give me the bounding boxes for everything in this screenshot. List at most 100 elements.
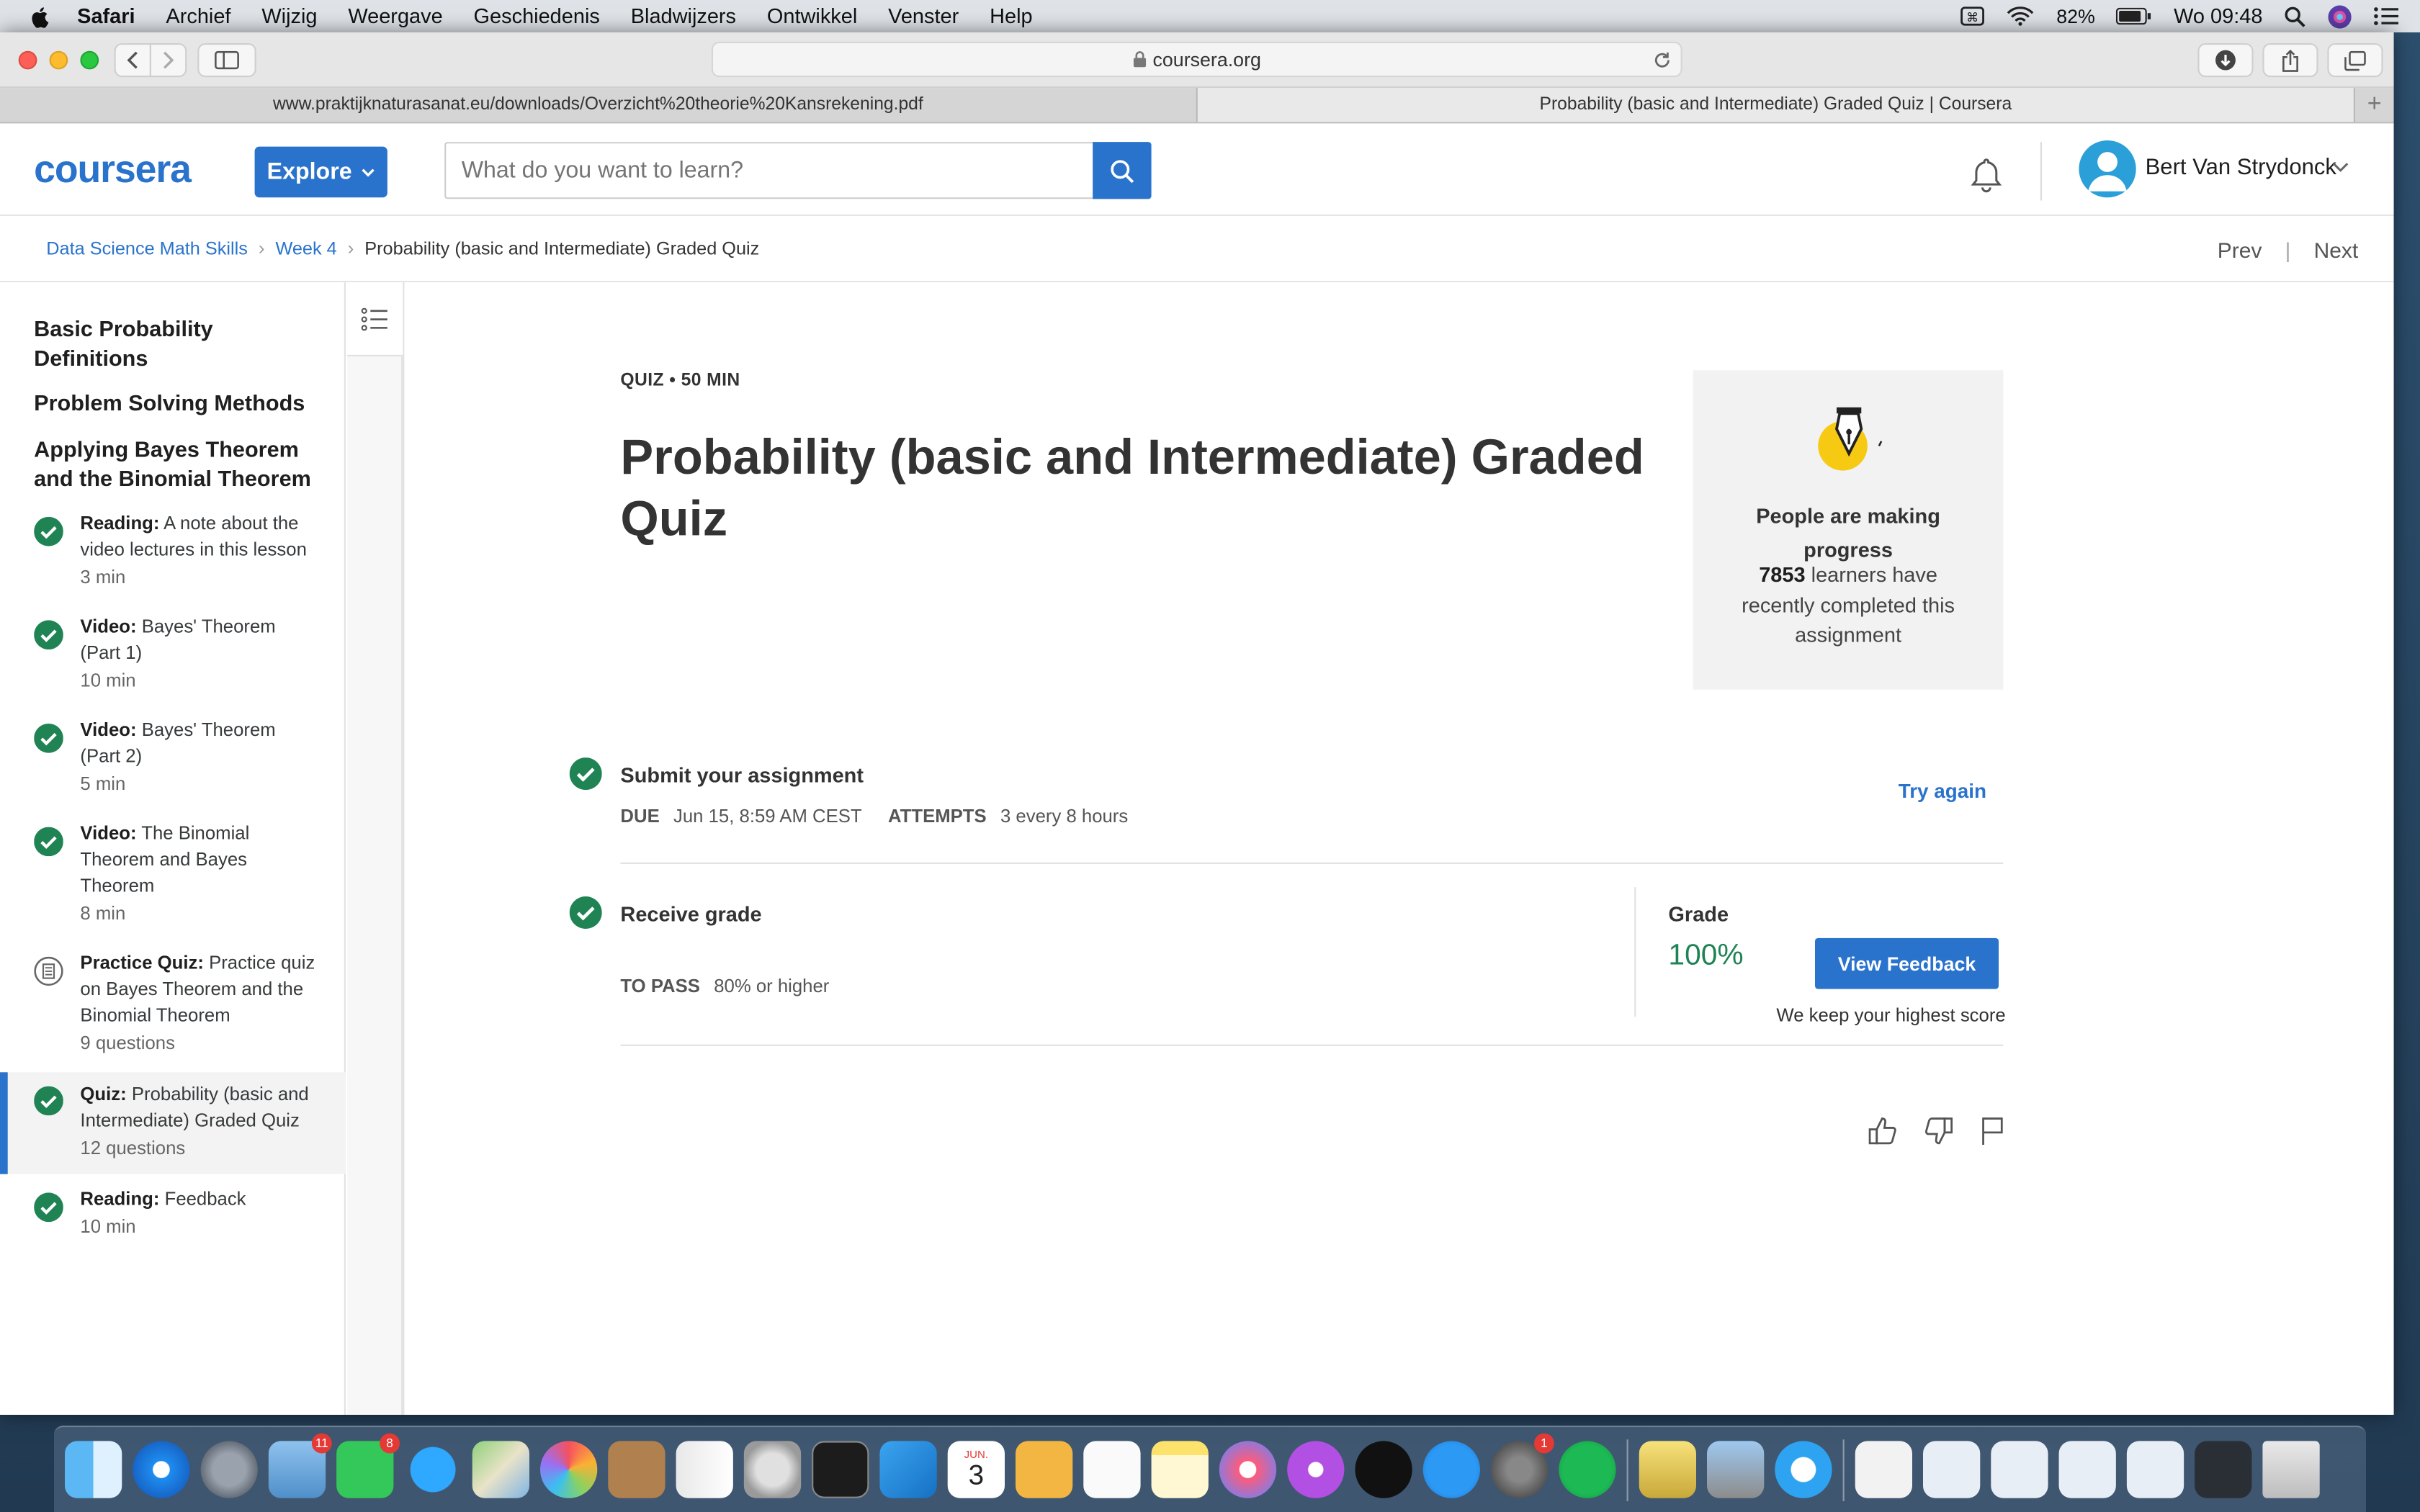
tab-overview-button[interactable] — [2327, 43, 2383, 78]
calendar-icon[interactable]: JUN. 3 — [947, 1441, 1005, 1498]
sidebar-section-basic-probability[interactable]: Basic Probability Definitions — [34, 316, 327, 373]
share-button[interactable] — [2262, 43, 2318, 78]
stickies-folder-icon[interactable] — [1639, 1441, 1696, 1498]
reload-icon[interactable] — [1653, 51, 1672, 70]
forward-button[interactable] — [149, 43, 187, 78]
practice-quiz-icon — [34, 956, 63, 986]
search-input[interactable] — [444, 142, 1095, 199]
apple-icon[interactable] — [28, 4, 53, 28]
sidebar-section-problem-solving[interactable]: Problem Solving Methods — [34, 390, 327, 419]
tab-coursera[interactable]: Probability (basic and Intermediate) Gra… — [1197, 88, 2355, 122]
thumbs-up-icon[interactable] — [1868, 1115, 1899, 1146]
address-bar[interactable]: coursera.org — [711, 41, 1682, 78]
sidebar-item-label: Video: Bayes' Theorem (Part 2) — [80, 717, 319, 770]
menu-help[interactable]: Help — [974, 4, 1048, 27]
notes-icon[interactable] — [1151, 1441, 1209, 1498]
podcasts-icon[interactable] — [1287, 1441, 1345, 1498]
notifications-bell-icon[interactable] — [1968, 156, 2004, 193]
back-button[interactable] — [114, 43, 151, 78]
photos-icon[interactable] — [540, 1441, 598, 1498]
messages-icon[interactable] — [404, 1441, 462, 1498]
music-icon[interactable] — [1219, 1441, 1277, 1498]
new-tab-button[interactable]: + — [2355, 88, 2394, 122]
sidebar-section-bayes-binomial[interactable]: Applying Bayes Theorem and the Binomial … — [34, 436, 327, 493]
minimize-window-button[interactable] — [49, 50, 68, 70]
menu-wijzig[interactable]: Wijzig — [246, 4, 333, 27]
search-button[interactable] — [1093, 142, 1152, 199]
sidebar-item-graded-quiz[interactable]: Quiz: Probability (basic and Intermediat… — [0, 1072, 346, 1174]
view-feedback-button[interactable]: View Feedback — [1815, 937, 1999, 989]
user-name[interactable]: Bert Van Strydonck — [2146, 156, 2336, 180]
close-window-button[interactable] — [18, 50, 37, 70]
keyboard-icon[interactable]: ⌘ — [1960, 6, 1985, 27]
menu-app-name[interactable]: Safari — [62, 4, 151, 27]
avatar[interactable] — [2079, 140, 2136, 198]
finder-icon[interactable] — [65, 1441, 122, 1498]
tab-pdf[interactable]: www.praktijknaturasanat.eu/downloads/Ove… — [0, 88, 1198, 122]
sidebar-item-reading-note[interactable]: Reading: A note about the video lectures… — [0, 510, 346, 603]
safari-icon[interactable] — [133, 1441, 190, 1498]
thumbs-down-icon[interactable] — [1923, 1115, 1954, 1146]
mail-icon[interactable]: 11 — [268, 1433, 332, 1498]
zoom-window-button[interactable] — [80, 50, 99, 70]
coursera-logo[interactable]: coursera — [34, 148, 192, 193]
system-preferences-icon[interactable]: 1 — [1491, 1433, 1554, 1498]
database-icon[interactable] — [743, 1441, 802, 1498]
breadcrumb-course[interactable]: Data Science Math Skills — [46, 238, 248, 259]
preview-icon[interactable] — [1707, 1441, 1765, 1498]
wifi-icon[interactable] — [2007, 6, 2035, 27]
menu-geschiedenis[interactable]: Geschiedenis — [458, 4, 615, 27]
prev-link[interactable]: Prev — [2218, 238, 2262, 262]
clock[interactable]: Wo 09:48 — [2174, 4, 2262, 27]
menu-bar: Safari Archief Wijzig Weergave Geschiede… — [0, 0, 2420, 32]
collapse-sidebar-button[interactable] — [347, 282, 403, 356]
pages-icon[interactable] — [1016, 1441, 1073, 1498]
numbers-icon[interactable] — [676, 1441, 733, 1498]
screenshot-thumbnail-icon[interactable] — [2126, 1441, 2184, 1498]
sidebar-item-practice-quiz[interactable]: Practice Quiz: Practice quiz on Bayes Th… — [0, 950, 346, 1068]
sidebar-item-binomial[interactable]: Video: The Binomial Theorem and Bayes Th… — [0, 821, 346, 938]
prev-next-nav: Prev | Next — [2218, 238, 2359, 262]
due-value: Jun 15, 8:59 AM CEST — [673, 805, 862, 827]
reminders-icon[interactable] — [1083, 1441, 1141, 1498]
cloud-sync-icon[interactable] — [1775, 1441, 1832, 1498]
chevron-down-icon[interactable] — [2332, 162, 2349, 173]
flag-icon[interactable] — [1978, 1115, 2007, 1146]
breadcrumb-week[interactable]: Week 4 — [275, 238, 336, 259]
document-icon[interactable] — [1855, 1441, 1912, 1498]
facetime-icon[interactable]: 8 — [336, 1433, 400, 1498]
menu-ontwikkel[interactable]: Ontwikkel — [751, 4, 872, 27]
terminal-icon[interactable] — [812, 1441, 869, 1498]
menu-venster[interactable]: Venster — [873, 4, 974, 27]
sidebar-item-bayes-1[interactable]: Video: Bayes' Theorem (Part 1) 10 min — [0, 614, 346, 707]
next-link[interactable]: Next — [2314, 238, 2359, 262]
sidebar-item-bayes-2[interactable]: Video: Bayes' Theorem (Part 2) 5 min — [0, 717, 346, 810]
menu-weergave[interactable]: Weergave — [333, 4, 458, 27]
sidebar-gutter — [347, 282, 405, 1415]
contacts-icon[interactable] — [608, 1441, 666, 1498]
spotify-icon[interactable] — [1559, 1441, 1616, 1498]
screenshot-thumbnail-icon[interactable] — [2195, 1441, 2252, 1498]
siri-icon[interactable] — [2327, 4, 2352, 28]
screenshot-thumbnail-icon[interactable] — [2058, 1441, 2116, 1498]
battery-icon[interactable] — [2116, 7, 2152, 25]
screenshot-thumbnail-icon[interactable] — [1923, 1441, 1981, 1498]
apple-tv-icon[interactable] — [1355, 1441, 1412, 1498]
trash-icon[interactable] — [2262, 1441, 2320, 1498]
downloads-button[interactable] — [2197, 43, 2254, 78]
vscode-icon[interactable] — [879, 1441, 937, 1498]
spotlight-icon[interactable] — [2284, 6, 2305, 27]
app-store-icon[interactable] — [1422, 1441, 1480, 1498]
sidebar-item-feedback[interactable]: Reading: Feedback 10 min — [0, 1187, 346, 1254]
explore-button[interactable]: Explore — [254, 146, 387, 198]
screenshot-thumbnail-icon[interactable] — [1991, 1441, 2048, 1498]
header-divider — [2040, 142, 2042, 201]
launchpad-icon[interactable] — [200, 1441, 258, 1498]
sidebar-toggle-button[interactable] — [197, 43, 256, 78]
calendar-day: 3 — [968, 1459, 985, 1490]
try-again-button[interactable]: Try again — [1899, 779, 1986, 802]
menu-archief[interactable]: Archief — [151, 4, 246, 27]
menu-bladwijzers[interactable]: Bladwijzers — [615, 4, 751, 27]
maps-icon[interactable] — [472, 1441, 529, 1498]
notification-center-icon[interactable] — [2374, 6, 2398, 27]
